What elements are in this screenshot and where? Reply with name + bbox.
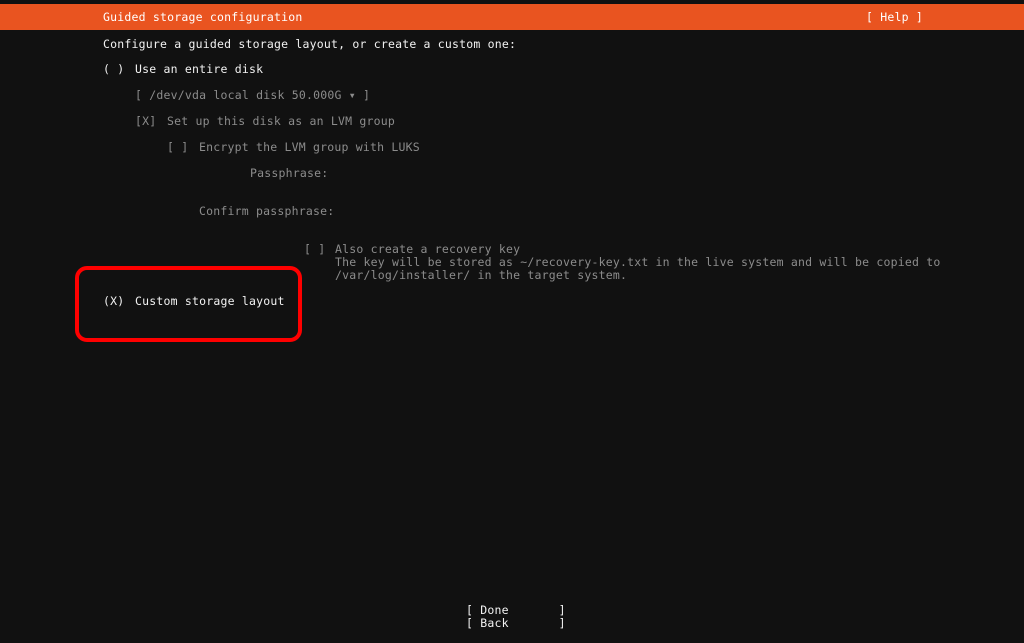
passphrase-label: Passphrase:	[250, 166, 329, 180]
recovery-key-desc-line2: /var/log/installer/ in the target system…	[335, 268, 628, 282]
recovery-key-checkbox[interactable]: [ ]	[304, 243, 325, 256]
lvm-checkbox[interactable]: [X]	[135, 115, 156, 128]
confirm-passphrase-label: Confirm passphrase:	[199, 204, 335, 218]
header-bar: Guided storage configuration [ Help ]	[0, 4, 1024, 30]
custom-layout-label[interactable]: Custom storage layout	[135, 295, 285, 308]
luks-label[interactable]: Encrypt the LVM group with LUKS	[199, 141, 420, 154]
intro-text: Configure a guided storage layout, or cr…	[103, 37, 517, 51]
entire-disk-radio[interactable]: ( )	[103, 63, 124, 76]
back-button[interactable]: [ Back ]	[466, 617, 566, 630]
lvm-label[interactable]: Set up this disk as an LVM group	[167, 115, 395, 128]
custom-layout-radio[interactable]: (X)	[103, 295, 124, 308]
entire-disk-label[interactable]: Use an entire disk	[135, 63, 263, 76]
help-button[interactable]: [ Help ]	[866, 10, 923, 24]
luks-checkbox[interactable]: [ ]	[167, 141, 188, 154]
disk-select[interactable]: [ /dev/vda local disk 50.000G ▾ ]	[135, 89, 370, 102]
screen-title: Guided storage configuration	[103, 10, 303, 24]
